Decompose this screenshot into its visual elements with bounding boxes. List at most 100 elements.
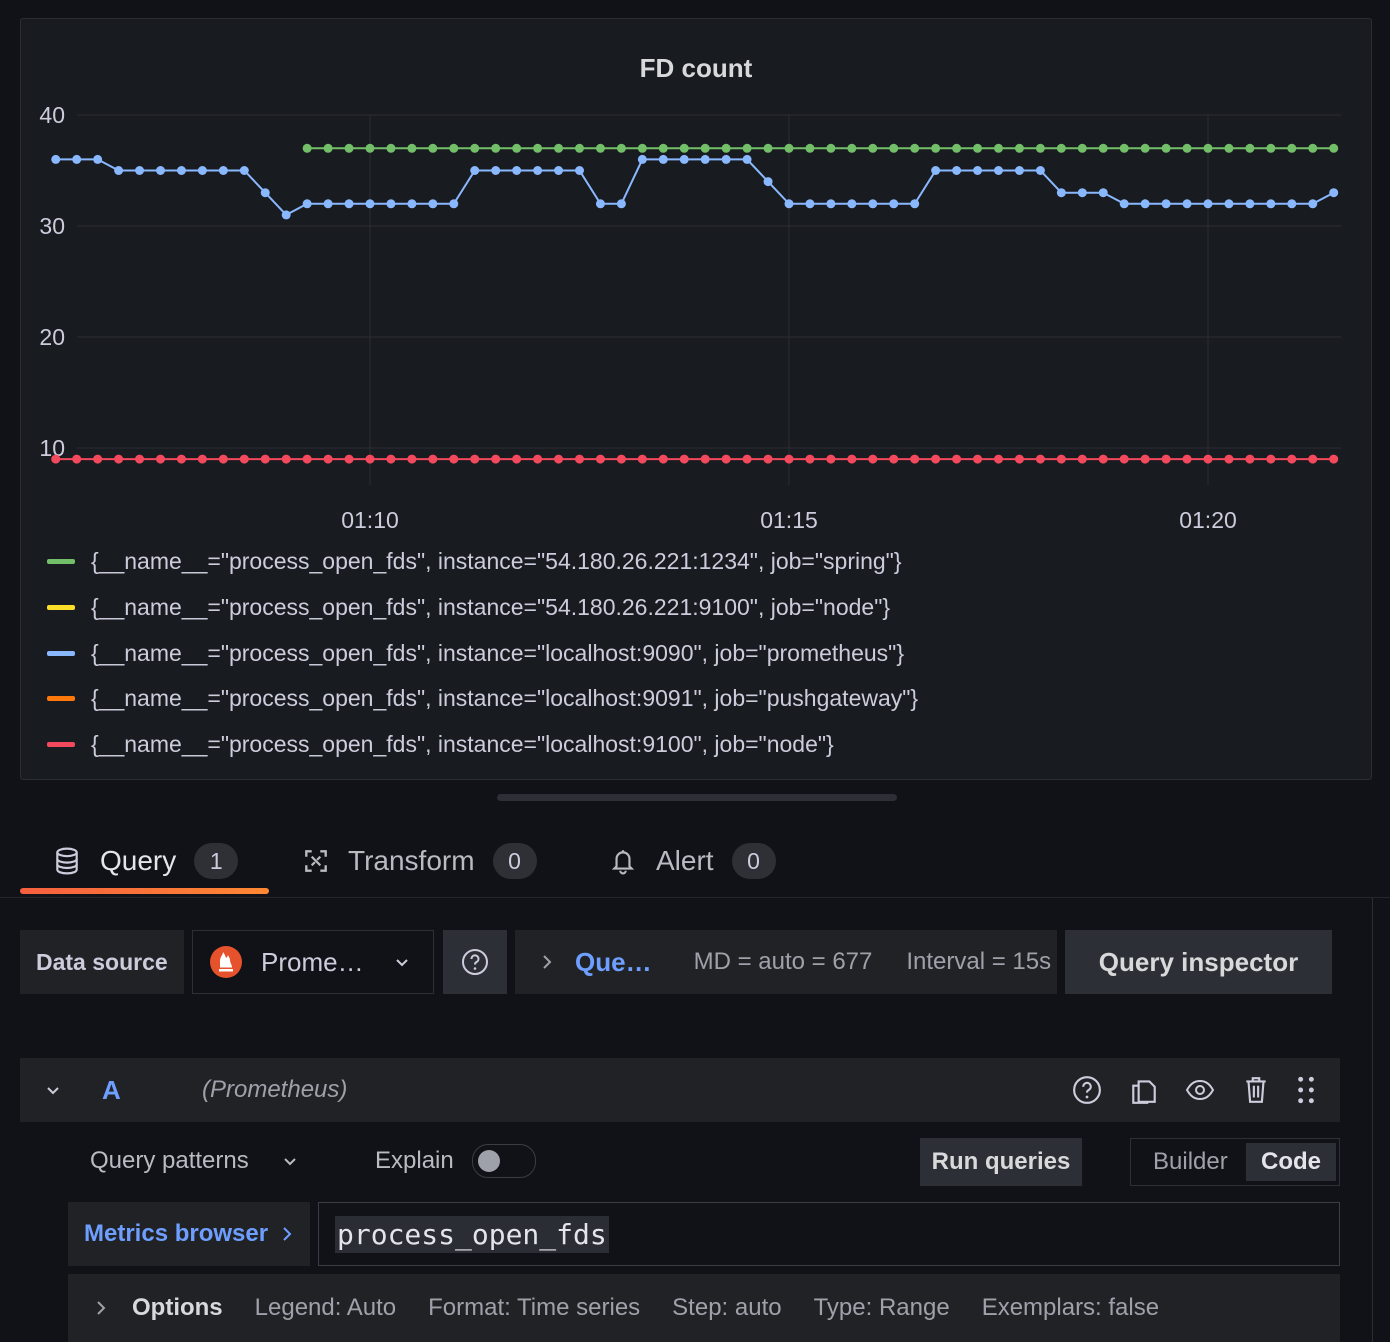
data-point [1140,143,1150,153]
data-point [679,154,689,164]
data-point [847,454,857,464]
datasource-name: Prome… [261,946,364,977]
datasource-picker[interactable]: Prome… [192,930,434,994]
tab-alert[interactable]: Alert 0 [610,830,776,892]
data-point [51,154,61,164]
y-tick-label: 30 [39,213,65,239]
data-point [323,143,333,153]
panel-resize-handle[interactable] [497,794,897,801]
data-point [156,166,165,175]
x-tick-label: 01:15 [760,507,818,533]
tab-label: Alert [656,845,714,876]
trash-icon[interactable] [1243,1075,1269,1105]
data-point [1182,199,1192,209]
data-point [1056,454,1066,464]
data-point [595,454,605,464]
data-point [1035,454,1045,464]
data-point [1245,199,1255,209]
switch-knob [477,1150,500,1172]
query-ref-id[interactable]: A [102,1075,121,1106]
options-step: Step: auto [672,1294,782,1321]
data-point [679,454,689,464]
eye-icon[interactable] [1185,1078,1215,1102]
time-series-chart: 1020304001:10 01:15 01:20 [39,102,1341,533]
data-point [1329,143,1339,153]
data-point [637,454,647,464]
data-point [868,454,878,464]
data-point [93,454,103,464]
data-point [1266,199,1276,209]
data-point [344,454,354,464]
transform-icon [305,850,327,872]
query-options-row[interactable]: Options Legend: Auto Format: Time series… [68,1274,1340,1342]
data-point [1119,199,1129,209]
data-point [554,454,564,464]
legend-item[interactable]: {__name__="process_open_fds", instance="… [47,638,904,668]
chevron-down-icon [284,1158,296,1166]
data-point [1308,454,1318,464]
explain-switch[interactable] [471,1144,536,1178]
tab-transform[interactable]: Transform 0 [302,830,537,892]
data-point [826,199,836,209]
query-inspector-button[interactable]: Query inspector [1065,930,1332,994]
data-point [910,143,920,153]
data-point [931,143,941,153]
data-point [93,154,103,164]
options-format: Format: Time series [428,1294,641,1321]
tab-query[interactable]: Query 1 [54,830,239,892]
data-point [658,154,668,164]
drag-handle-icon[interactable] [1296,1075,1316,1105]
collapse-chevron-icon[interactable] [44,1081,62,1099]
editor-tabs: Query 1 Transform 0 Alert 0 [20,830,1372,898]
datasource-help-button[interactable] [443,930,507,994]
help-icon[interactable] [1072,1075,1102,1105]
data-point [176,166,186,175]
data-point [1014,454,1024,464]
data-point [931,454,941,464]
data-point [407,454,417,464]
legend-label: {__name__="process_open_fds", instance="… [91,547,902,574]
data-point [197,454,207,464]
data-point [575,166,584,175]
data-point [554,166,564,175]
query-options-label: Que… [575,946,652,977]
data-point [428,199,438,209]
query-datasource-name: (Prometheus) [202,1076,348,1103]
data-point [1224,143,1234,153]
data-point [323,454,333,464]
data-point [616,199,626,209]
query-options-bar[interactable]: Que… MD = auto = 677 Interval = 15s [515,930,1057,994]
mode-code-option[interactable]: Code [1246,1143,1336,1181]
data-point [889,454,899,464]
data-point [700,454,710,464]
duplicate-icon[interactable] [1130,1075,1158,1105]
metrics-browser-button[interactable]: Metrics browser [68,1202,310,1266]
data-point [323,199,333,209]
chevron-right-icon [543,955,552,969]
data-point [658,143,668,153]
mode-builder-option[interactable]: Builder [1153,1148,1228,1176]
options-label: Options [132,1294,223,1321]
data-point [721,454,731,464]
data-point [763,143,773,153]
legend-swatch [47,558,75,564]
legend-item[interactable]: {__name__="process_open_fds", instance="… [47,592,890,622]
data-point [1245,143,1255,153]
legend-item[interactable]: {__name__="process_open_fds", instance="… [47,546,902,576]
help-icon [462,949,488,975]
data-point [344,199,354,209]
promql-query-input[interactable]: process_open_fds [318,1202,1340,1266]
data-point [1035,166,1045,175]
data-point [826,454,836,464]
graph-panel: FD count 10 20 30 40 01:10 01:15 01:20 {__name… [20,18,1372,780]
data-point [135,166,145,175]
data-point [763,454,773,464]
data-point [889,143,899,153]
legend-item[interactable]: {__name__="process_open_fds", instance="… [47,683,918,713]
data-point [1014,143,1024,153]
run-queries-button[interactable]: Run queries [920,1138,1082,1186]
query-patterns-dropdown[interactable]: Query patterns [90,1138,299,1184]
data-point [281,454,291,464]
legend-item[interactable]: {__name__="process_open_fds", instance="… [47,729,834,759]
data-point [575,454,584,464]
